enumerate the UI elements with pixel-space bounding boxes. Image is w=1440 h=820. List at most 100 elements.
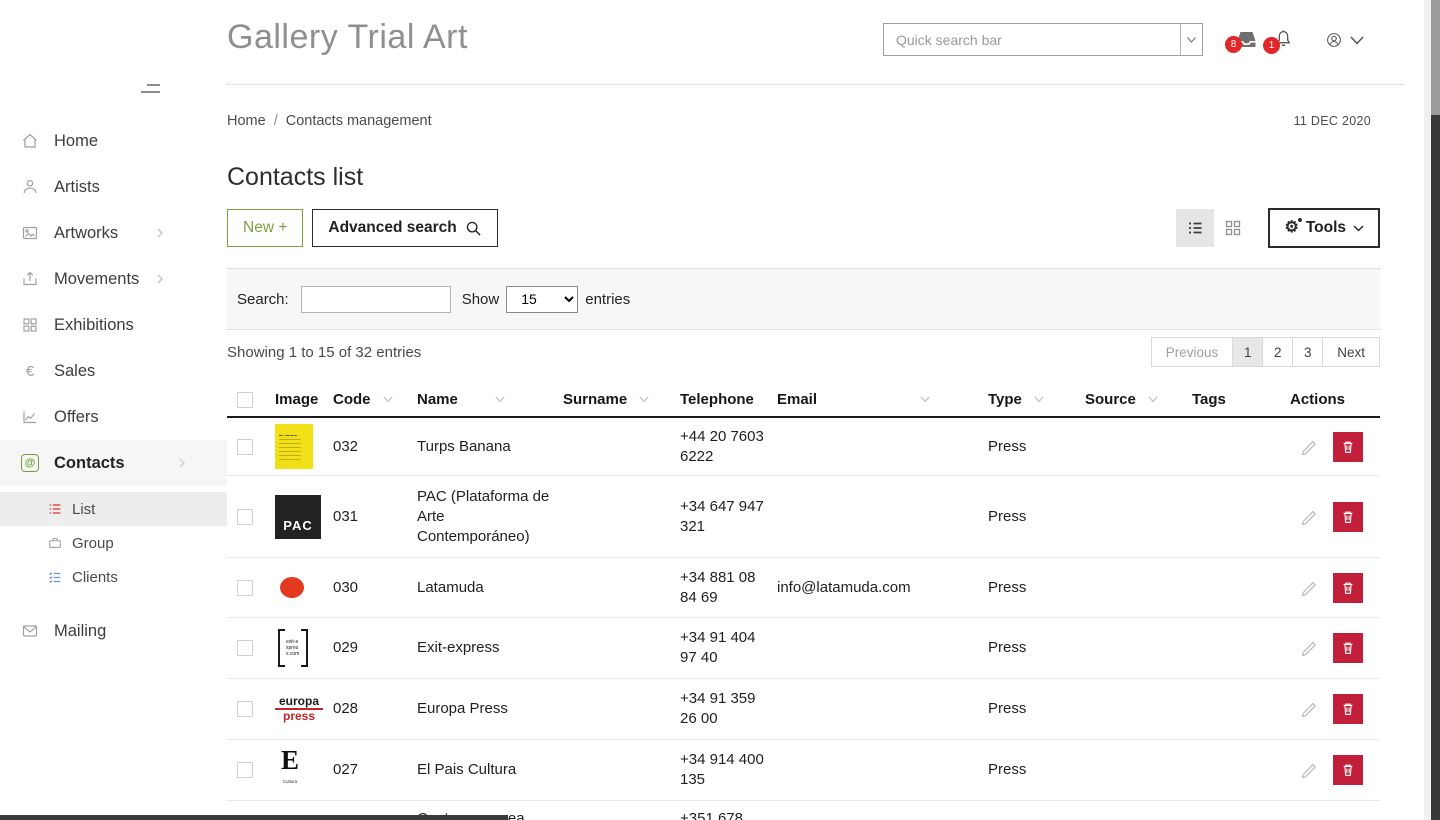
sidebar-item-movements[interactable]: Movements [0, 256, 227, 302]
home-icon [20, 132, 40, 150]
row-checkbox[interactable] [237, 438, 253, 455]
sidebar-item-home[interactable]: Home [0, 118, 227, 164]
sidebar-item-artists[interactable]: Artists [0, 164, 227, 210]
quick-search-caret[interactable] [1180, 24, 1202, 55]
table-filter-bar: Search: Show 15 entries [227, 268, 1380, 330]
sidebar-collapse-icon[interactable] [141, 84, 160, 93]
summary-row: Showing 1 to 15 of 32 entries Previous 1… [227, 336, 1380, 368]
cell-source [1075, 801, 1182, 820]
delete-button[interactable] [1333, 501, 1363, 532]
list-view-toggle[interactable] [1176, 209, 1215, 247]
submenu-item-list[interactable]: List [0, 492, 227, 526]
column-actions: Actions [1290, 391, 1346, 408]
sort-chevron-icon [495, 396, 505, 403]
edit-pencil-icon[interactable] [1300, 579, 1318, 597]
quick-search-input[interactable] [884, 24, 1180, 55]
edit-pencil-icon[interactable] [1300, 438, 1318, 456]
breadcrumb-separator: / [273, 113, 278, 129]
table-search-input[interactable] [300, 285, 451, 313]
page-size-select[interactable]: 15 [506, 285, 579, 313]
pagination-page-1[interactable]: 1 [1232, 337, 1264, 367]
column-type[interactable]: Type [978, 391, 1075, 408]
vertical-scrollbar-thumb[interactable] [1431, 115, 1440, 820]
row-checkbox[interactable] [237, 579, 253, 596]
select-all-checkbox[interactable] [237, 391, 253, 408]
pagination-next[interactable]: Next [1322, 337, 1380, 367]
sidebar-item-label: Offers [54, 407, 99, 426]
cell-email: info@latamuda.com [777, 578, 911, 596]
delete-button[interactable] [1333, 694, 1363, 724]
cell-type: Press [988, 578, 1027, 596]
pagination-page-3[interactable]: 3 [1292, 337, 1324, 367]
column-code[interactable]: Code [323, 391, 407, 408]
sidebar-item-mailing[interactable]: Mailing [0, 608, 227, 654]
cell-name: Exit-express [417, 639, 500, 656]
page-title: Contacts list [227, 163, 364, 191]
edit-pencil-icon[interactable] [1300, 700, 1318, 718]
sidebar-item-artworks[interactable]: Artworks [0, 210, 227, 256]
horizontal-scrollbar-thumb[interactable] [0, 815, 508, 820]
search-icon [465, 220, 482, 237]
table-header-row: Image Code Name Surname Telephone Email … [227, 383, 1380, 418]
pagination-page-2[interactable]: 2 [1262, 337, 1294, 367]
new-contact-button[interactable]: New + [227, 209, 304, 247]
actions-row: New + Advanced search ⚙ Tools [227, 208, 1380, 248]
cell-telephone: +34 91 359 26 00 [680, 690, 756, 727]
delete-button[interactable] [1333, 431, 1363, 462]
clients-icon [46, 569, 64, 585]
column-email[interactable]: Email [767, 391, 978, 408]
column-name[interactable]: Name [407, 391, 553, 408]
breadcrumb-row: Home / Contacts management 11 DEC 2020 [227, 111, 1440, 131]
sidebar-nav: Home Artists Artworks Movements Exhibiti… [0, 118, 227, 654]
chevron-down-icon [1353, 224, 1364, 232]
entries-label: entries [585, 290, 631, 308]
edit-pencil-icon[interactable] [1300, 761, 1318, 779]
cell-surname [553, 679, 670, 739]
column-source[interactable]: Source [1075, 391, 1182, 408]
tools-button[interactable]: ⚙ Tools [1268, 208, 1380, 248]
breadcrumb: Home / Contacts management [227, 113, 432, 129]
advanced-search-button[interactable]: Advanced search [312, 209, 498, 247]
breadcrumb-home-link[interactable]: Home [227, 113, 266, 129]
cell-tags [1182, 418, 1280, 475]
delete-button[interactable] [1333, 755, 1363, 785]
vertical-scrollbar[interactable] [1424, 0, 1440, 820]
row-checkbox[interactable] [237, 762, 253, 778]
user-menu-chevron-icon[interactable] [1350, 36, 1364, 45]
row-checkbox[interactable] [237, 508, 253, 525]
grid-view-toggle[interactable] [1214, 209, 1252, 247]
cell-tags [1182, 476, 1280, 557]
cell-name: El Pais Cultura [417, 761, 517, 778]
cell-source [1075, 679, 1182, 739]
pagination-previous[interactable]: Previous [1150, 337, 1234, 367]
sales-euro-icon: € [25, 362, 35, 380]
cell-tags [1182, 740, 1280, 800]
edit-pencil-icon[interactable] [1300, 639, 1318, 657]
row-checkbox[interactable] [237, 701, 253, 717]
row-checkbox[interactable] [237, 640, 253, 656]
sidebar-item-exhibitions[interactable]: Exhibitions [0, 302, 227, 348]
cell-email [767, 740, 978, 800]
gear-icon: ⚙ [1284, 218, 1303, 236]
submenu-item-group[interactable]: Group [0, 526, 227, 560]
grid-view-icon [1224, 219, 1242, 237]
submenu-item-clients[interactable]: Clients [0, 560, 227, 594]
inbox-icon[interactable]: 8 [1225, 30, 1258, 53]
sidebar-item-label: Artworks [54, 223, 119, 242]
user-account-icon[interactable] [1325, 31, 1343, 49]
chevron-right-icon [179, 458, 185, 468]
delete-button[interactable] [1333, 633, 1363, 663]
sidebar-item-offers[interactable]: Offers [0, 394, 227, 440]
notifications-bell-icon[interactable]: 1 [1263, 27, 1294, 54]
submenu-item-label: Clients [72, 568, 118, 586]
pagination: Previous 1 2 3 Next [1150, 337, 1380, 367]
cell-surname [553, 618, 670, 678]
sidebar-item-contacts[interactable]: @ Contacts [0, 440, 227, 486]
edit-pencil-icon[interactable] [1300, 508, 1318, 526]
contact-logo-pac: PAC [275, 494, 321, 539]
sidebar-item-sales[interactable]: € Sales [0, 348, 227, 394]
notifications-badge: 1 [1263, 37, 1280, 54]
delete-button[interactable] [1333, 572, 1363, 603]
column-surname[interactable]: Surname [553, 391, 670, 408]
sidebar-item-label: Contacts [54, 453, 125, 472]
